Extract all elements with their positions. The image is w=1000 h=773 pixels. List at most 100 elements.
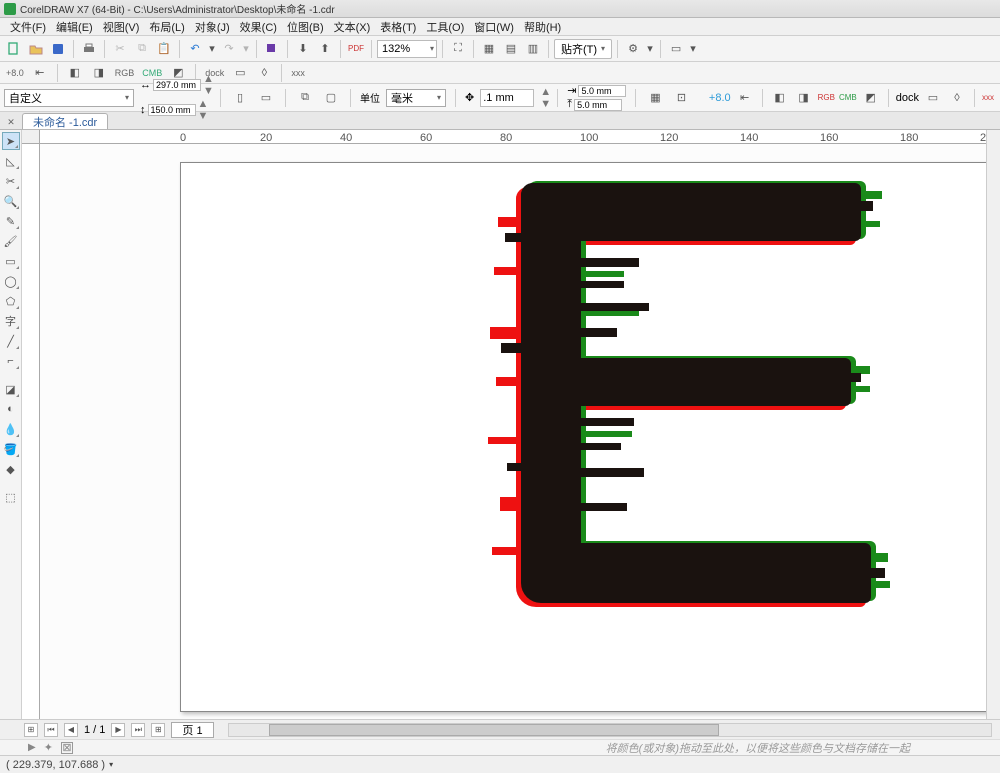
options-button[interactable]: ⚙ <box>623 39 643 59</box>
tab-close-button[interactable]: ✕ <box>4 115 18 129</box>
page-preset-combo[interactable]: 自定义 <box>4 89 134 107</box>
menu-view[interactable]: 视图(V) <box>99 19 144 35</box>
options-more-icon[interactable]: ▾ <box>645 39 655 59</box>
grid-button[interactable]: ▤ <box>501 39 521 59</box>
orient-landscape-button[interactable]: ▭ <box>256 88 276 108</box>
page-height-input[interactable]: 150.0 mm <box>148 104 196 116</box>
artistic-media-tool[interactable]: 🖌 <box>2 232 20 250</box>
cut-button[interactable]: ✂ <box>110 39 130 59</box>
menu-edit[interactable]: 编辑(E) <box>52 19 97 35</box>
launch-more-icon[interactable]: ▾ <box>688 39 698 59</box>
align-left-button[interactable]: ⇤ <box>30 63 50 83</box>
document-tab[interactable]: 未命名 -1.cdr <box>22 113 108 129</box>
current-page-button[interactable]: ▢ <box>321 88 341 108</box>
r-macro4-button[interactable]: ▭ <box>923 88 943 108</box>
copy-button[interactable]: ⧉ <box>132 39 152 59</box>
page-tab[interactable]: 页 1 <box>171 722 213 738</box>
page-last-button[interactable]: ⏭ <box>131 723 145 737</box>
page-boundary <box>180 162 1000 712</box>
unit-combo[interactable]: 毫米 <box>386 89 446 107</box>
nudge-input[interactable]: .1 mm <box>480 89 534 107</box>
menu-window[interactable]: 窗口(W) <box>470 19 518 35</box>
dup-x-input[interactable]: 5.0 mm <box>578 85 626 97</box>
pick-tool[interactable]: ➤ <box>2 132 20 150</box>
orient-portrait-button[interactable]: ▯ <box>230 88 250 108</box>
new-button[interactable] <box>4 39 24 59</box>
ruler-horizontal[interactable]: 0 20 40 60 80 100 120 140 160 180 200 <box>40 130 1000 144</box>
macro-2-button[interactable]: ◨ <box>89 63 109 83</box>
menu-effect[interactable]: 效果(C) <box>236 19 281 35</box>
export-button[interactable]: ⬆ <box>315 39 335 59</box>
undo-more-icon[interactable]: ▾ <box>207 39 217 59</box>
macro-1-button[interactable]: ◧ <box>65 63 85 83</box>
paste-button[interactable]: 📋 <box>154 39 174 59</box>
open-button[interactable] <box>26 39 46 59</box>
r-macro5-button[interactable]: ◊ <box>947 88 967 108</box>
r-macro1-button[interactable]: ◧ <box>770 88 790 108</box>
menu-bitmap[interactable]: 位图(B) <box>283 19 328 35</box>
import-button[interactable]: ⬇ <box>293 39 313 59</box>
menu-text[interactable]: 文本(X) <box>330 19 375 35</box>
r-macro2-button[interactable]: ◨ <box>794 88 814 108</box>
parallel-dim-tool[interactable]: ╱ <box>2 332 20 350</box>
launch-button[interactable]: ▭ <box>666 39 686 59</box>
ruler-vertical[interactable] <box>22 144 40 719</box>
page-first-button[interactable]: ⏮ <box>44 723 58 737</box>
drop-shadow-tool[interactable]: ◪ <box>2 380 20 398</box>
crop-tool[interactable]: ✂ <box>2 172 20 190</box>
menu-table[interactable]: 表格(T) <box>376 19 420 35</box>
redo-more-icon[interactable]: ▾ <box>241 39 251 59</box>
h-scrollbar[interactable] <box>228 723 992 737</box>
print-button[interactable] <box>79 39 99 59</box>
search-button[interactable] <box>262 39 282 59</box>
snap-dropdown[interactable]: 贴齐(T) <box>554 39 612 59</box>
page-prev-button[interactable]: ◀ <box>64 723 78 737</box>
status-dropdown-icon[interactable]: ▾ <box>109 760 113 769</box>
rectangle-tool[interactable]: ▭ <box>2 252 20 270</box>
undo-button[interactable]: ↶ <box>185 39 205 59</box>
menu-object[interactable]: 对象(J) <box>191 19 234 35</box>
nudge-spinner[interactable]: ▲▼ <box>540 86 548 110</box>
save-button[interactable] <box>48 39 68 59</box>
color-palette-docker[interactable] <box>986 130 1000 719</box>
eyedropper-tool[interactable]: 💧 <box>2 420 20 438</box>
connector-tool[interactable]: ⌐ <box>2 352 20 370</box>
menu-file[interactable]: 文件(F) <box>6 19 50 35</box>
r-align-button[interactable]: ⇤ <box>735 88 755 108</box>
drawing-canvas[interactable] <box>40 144 1000 719</box>
zoom-tool[interactable]: 🔍 <box>2 192 20 210</box>
all-pages-button[interactable]: ⧉ <box>295 88 315 108</box>
menu-layout[interactable]: 布局(L) <box>145 19 188 35</box>
options-prop2-button[interactable]: ⊡ <box>671 88 691 108</box>
freehand-tool[interactable]: ✎ <box>2 212 20 230</box>
polygon-tool[interactable]: ⬠ <box>2 292 20 310</box>
publish-pdf-button[interactable]: PDF <box>346 39 366 59</box>
smart-fill-tool[interactable]: ◆ <box>2 460 20 478</box>
macro-3-button[interactable]: ◩ <box>168 63 188 83</box>
page-add2-button[interactable]: ⊞ <box>151 723 165 737</box>
rulers-button[interactable]: ▦ <box>479 39 499 59</box>
menu-help[interactable]: 帮助(H) <box>520 19 565 35</box>
ellipse-tool[interactable]: ◯ <box>2 272 20 290</box>
shape-tool[interactable]: ◺ <box>2 152 20 170</box>
macro-4-button[interactable]: ▭ <box>230 63 250 83</box>
guides-button[interactable]: ▥ <box>523 39 543 59</box>
dup-y-input[interactable]: 5.0 mm <box>574 99 622 111</box>
ruler-corner <box>22 130 40 144</box>
r-macro3-button[interactable]: ◩ <box>861 88 881 108</box>
text-tool[interactable]: 字 <box>2 312 20 330</box>
outline-tool[interactable]: ⬚ <box>2 488 20 506</box>
artwork-letter-e[interactable] <box>481 173 881 623</box>
redo-button[interactable]: ↷ <box>219 39 239 59</box>
zoom-combo[interactable]: 132% <box>377 40 437 58</box>
page-next-button[interactable]: ▶ <box>111 723 125 737</box>
interactive-fill-tool[interactable]: 🪣 <box>2 440 20 458</box>
transparency-tool[interactable]: ◐ <box>2 400 20 418</box>
options-prop-button[interactable]: ▦ <box>645 88 665 108</box>
r-xxx-label: xxx <box>982 93 994 102</box>
fullscreen-button[interactable]: ⛶ <box>448 39 468 59</box>
macro-5-button[interactable]: ◊ <box>254 63 274 83</box>
h-scroll-thumb[interactable] <box>269 724 719 736</box>
page-add-button[interactable]: ⊞ <box>24 723 38 737</box>
menu-tools[interactable]: 工具(O) <box>422 19 468 35</box>
